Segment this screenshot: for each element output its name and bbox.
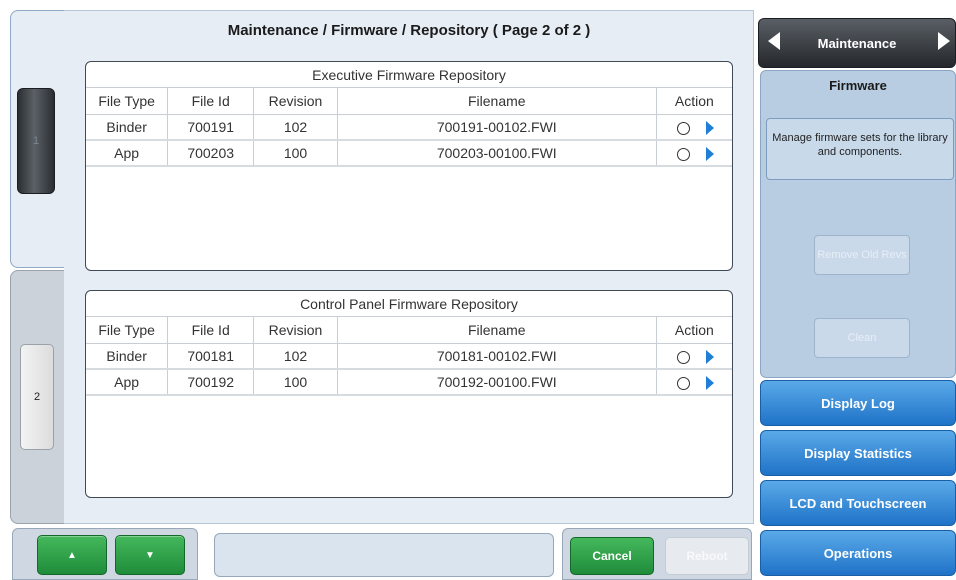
table-header-row: File Type File Id Revision Filename Acti… — [86, 317, 732, 344]
file-id-cell: 700191 — [167, 114, 255, 141]
page-2-button[interactable]: 2 — [20, 344, 54, 450]
page-1-button[interactable]: 1 — [17, 88, 55, 194]
table-row[interactable]: Binder 700191 102 700191-00102.FWI — [86, 114, 732, 141]
table-header-row: File Type File Id Revision Filename Acti… — [86, 88, 732, 115]
scroll-up-button[interactable]: ▲ — [37, 535, 107, 575]
revision-cell: 100 — [253, 140, 338, 167]
cancel-button[interactable]: Cancel — [570, 537, 654, 575]
operations-button[interactable]: Operations — [760, 530, 956, 576]
status-field — [214, 533, 554, 577]
revision-cell: 102 — [253, 114, 338, 141]
chevron-right-icon[interactable] — [705, 147, 714, 161]
file-type-cell: Binder — [86, 343, 169, 370]
column-header-revision: Revision — [253, 317, 338, 344]
radio-icon[interactable] — [676, 121, 690, 135]
repository-table: File Type File Id Revision Filename Acti… — [86, 317, 732, 396]
column-header-filename: Filename — [337, 88, 657, 115]
file-type-cell: Binder — [86, 114, 169, 141]
repository-table: File Type File Id Revision Filename Acti… — [86, 88, 732, 167]
radio-icon[interactable] — [676, 377, 690, 390]
action-cell — [656, 114, 732, 141]
table-row[interactable]: App 700192 100 700192-00100.FWI — [86, 369, 732, 396]
filename-cell: 700181-00102.FWI — [337, 343, 657, 370]
column-header-file-type: File Type — [86, 317, 169, 344]
chevron-right-icon[interactable] — [705, 376, 714, 390]
action-cell — [656, 369, 732, 396]
next-menu-icon[interactable] — [938, 32, 950, 50]
column-header-action: Action — [656, 88, 732, 115]
lcd-and-touchscreen-button[interactable]: LCD and Touchscreen — [760, 480, 956, 526]
repository-title: Control Panel Firmware Repository — [86, 291, 732, 317]
up-arrow-icon: ▲ — [67, 549, 77, 561]
filename-cell: 700203-00100.FWI — [337, 140, 657, 167]
executive-firmware-repository: Executive Firmware Repository File Type … — [85, 61, 733, 271]
column-header-file-id: File Id — [167, 88, 255, 115]
action-cell — [656, 343, 732, 370]
revision-cell: 102 — [253, 343, 338, 370]
clean-button[interactable]: Clean — [814, 318, 910, 358]
submenu-description: Manage firmware sets for the library and… — [766, 118, 954, 180]
file-id-cell: 700192 — [167, 369, 255, 396]
radio-icon[interactable] — [676, 148, 690, 161]
file-id-cell: 700181 — [167, 343, 255, 370]
down-arrow-icon: ▼ — [145, 549, 155, 561]
menu-header: Maintenance — [758, 18, 956, 68]
page-title: Maintenance / Firmware / Repository ( Pa… — [227, 22, 591, 39]
revision-cell: 100 — [253, 369, 338, 396]
file-type-cell: App — [86, 140, 169, 167]
column-header-file-type: File Type — [86, 88, 169, 115]
scroll-down-button[interactable]: ▼ — [115, 535, 185, 575]
column-header-file-id: File Id — [167, 317, 255, 344]
table-row[interactable]: App 700203 100 700203-00100.FWI — [86, 140, 732, 167]
radio-icon[interactable] — [676, 350, 690, 364]
remove-old-revs-button[interactable]: Remove Old Revs — [814, 235, 910, 275]
submenu-title: Firmware — [829, 78, 887, 93]
chevron-right-icon[interactable] — [705, 120, 714, 135]
reboot-button[interactable]: Reboot — [665, 537, 749, 575]
table-row[interactable]: Binder 700181 102 700181-00102.FWI — [86, 343, 732, 370]
previous-menu-icon[interactable] — [768, 32, 780, 50]
repository-title: Executive Firmware Repository — [86, 62, 732, 88]
action-cell — [656, 140, 732, 167]
display-statistics-button[interactable]: Display Statistics — [760, 430, 956, 476]
filename-cell: 700192-00100.FWI — [337, 369, 657, 396]
column-header-revision: Revision — [253, 88, 338, 115]
file-id-cell: 700203 — [167, 140, 255, 167]
column-header-filename: Filename — [337, 317, 657, 344]
control-panel-firmware-repository: Control Panel Firmware Repository File T… — [85, 290, 733, 498]
display-log-button[interactable]: Display Log — [760, 380, 956, 426]
column-header-action: Action — [656, 317, 732, 344]
filename-cell: 700191-00102.FWI — [337, 114, 657, 141]
chevron-right-icon[interactable] — [705, 349, 714, 364]
file-type-cell: App — [86, 369, 169, 396]
